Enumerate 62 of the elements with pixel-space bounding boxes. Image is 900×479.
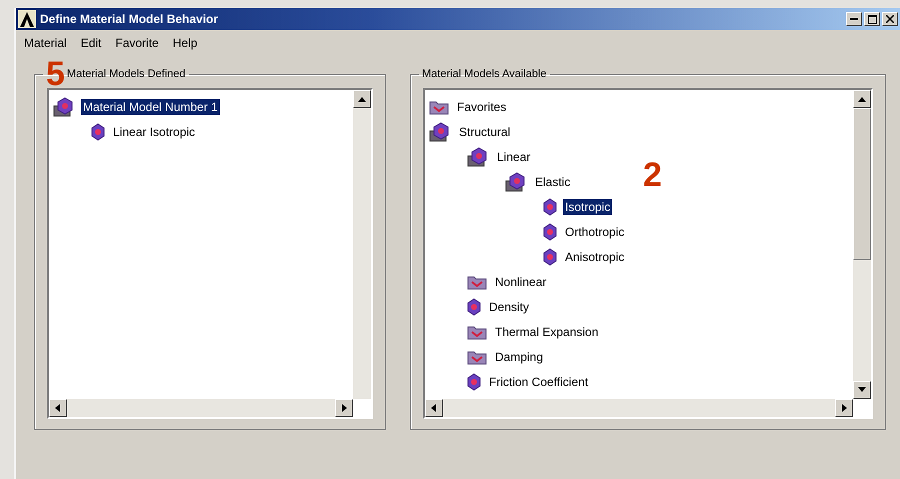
model-icon <box>543 198 557 216</box>
scroll-right-button[interactable] <box>835 399 853 417</box>
scroll-right-button[interactable] <box>335 399 353 417</box>
logo-icon <box>18 10 36 28</box>
tree-item[interactable]: Thermal Expansion <box>493 324 600 340</box>
close-icon <box>886 15 894 23</box>
horizontal-scrollbar[interactable] <box>49 399 353 417</box>
folder-icon <box>467 274 487 290</box>
group-label: Material Models Defined <box>66 68 186 80</box>
group-label: Material Models Available <box>422 68 547 80</box>
up-arrow-icon <box>858 96 866 102</box>
minimize-button[interactable] <box>846 12 862 26</box>
callout-number: 2 <box>643 158 662 192</box>
model-stack-icon <box>53 96 75 116</box>
model-stack-icon <box>429 122 451 142</box>
scroll-down-button[interactable] <box>853 381 871 399</box>
model-stack-icon <box>505 172 527 192</box>
menu-item[interactable]: Favorite <box>115 36 159 56</box>
maximize-button[interactable] <box>864 12 880 26</box>
tree-item[interactable]: Anisotropic <box>563 248 626 264</box>
menu-item[interactable]: Edit <box>80 36 102 56</box>
menu-item[interactable]: Material <box>24 36 67 56</box>
model-icon <box>543 222 557 240</box>
folder-icon <box>467 348 487 364</box>
tree-item[interactable]: Structural <box>457 124 512 140</box>
scroll-up-button[interactable] <box>853 90 871 108</box>
menu-item[interactable]: Help <box>172 36 198 56</box>
model-icon <box>91 122 105 140</box>
vertical-scrollbar[interactable] <box>353 90 371 399</box>
scroll-up-button[interactable] <box>353 90 371 108</box>
left-arrow-icon <box>431 404 437 412</box>
tree-item[interactable]: Nonlinear <box>493 274 548 290</box>
minimize-icon <box>850 18 858 20</box>
tree-item[interactable]: Damping <box>493 348 546 364</box>
window-title: Define Material Model Behavior <box>40 12 220 26</box>
horizontal-scrollbar[interactable] <box>425 399 853 417</box>
tree-item[interactable]: Density <box>487 298 532 314</box>
down-arrow-icon <box>858 387 866 393</box>
model-icon <box>543 248 557 266</box>
left-arrow-icon <box>55 404 61 412</box>
vertical-scrollbar[interactable] <box>853 90 871 399</box>
right-arrow-icon <box>341 404 347 412</box>
tree-item[interactable]: Isotropic <box>563 198 612 214</box>
model-stack-icon <box>467 146 489 166</box>
scroll-left-button[interactable] <box>49 399 67 417</box>
folder-icon <box>429 98 449 114</box>
folder-icon <box>467 324 487 340</box>
callout-number: 5 <box>46 57 65 91</box>
model-icon <box>467 372 481 390</box>
up-arrow-icon <box>358 96 366 102</box>
tree-item[interactable]: Linear Isotropic <box>111 124 198 140</box>
tree-item[interactable]: Favorites <box>455 98 508 114</box>
close-button[interactable] <box>882 12 898 26</box>
tree-item[interactable]: Elastic <box>533 174 572 190</box>
model-icon <box>467 298 481 316</box>
right-arrow-icon <box>841 404 847 412</box>
tree-item[interactable]: Linear <box>495 148 532 164</box>
scroll-left-button[interactable] <box>425 399 443 417</box>
tree-item[interactable]: Friction Coefficient <box>487 374 590 390</box>
maximize-icon <box>868 14 876 24</box>
tree-item[interactable]: Orthotropic <box>563 224 626 240</box>
tree-item[interactable]: Material Model Number 1 <box>81 98 220 114</box>
